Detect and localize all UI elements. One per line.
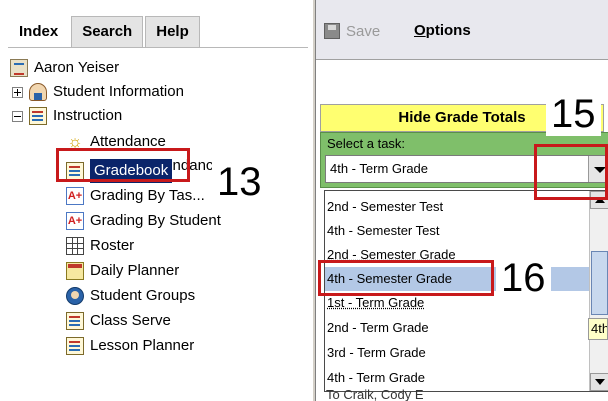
semester-grade-highlight-box [318,260,494,296]
save-label: Save [346,22,381,40]
callout-number-16: 16 [496,258,551,300]
tree-node-label: Student Information [53,83,184,100]
note-icon [66,337,84,355]
tree-root-label: Aaron Yeiser [34,59,120,76]
person-icon [29,83,47,101]
gradebook-highlight-box [56,148,190,182]
select-task-label: Select a task: [327,136,406,151]
task-select-value: 4th - Term Grade [330,161,429,176]
gradebook-pane: Save Options Hide Grade Totals Select a … [316,0,608,401]
tree-item-grading-by-task[interactable]: A+ Grading By Tas... [66,184,205,208]
a-plus-icon: A+ [66,187,84,205]
tree-item-lesson-planner[interactable]: Lesson Planner [66,334,194,358]
dropdown-highlight-box [534,144,608,200]
tab-divider [8,47,308,48]
tree-item-label: Daily Planner [90,262,180,279]
tree-item-label: Lesson Planner [90,337,195,354]
tree-item-label: Grading By Student [90,212,221,229]
tab-bar: Index Search Help [8,16,202,48]
planner-icon [66,262,84,280]
options-button[interactable]: Options [414,20,471,42]
save-button[interactable]: Save [324,20,380,42]
floppy-disk-icon [324,23,340,39]
options-label: ptions [425,22,471,39]
tree-root-aaron-yeiser[interactable]: Aaron Yeiser [10,56,119,80]
tree-node-student-information[interactable]: Student Information [12,80,184,104]
tab-help[interactable]: Help [145,16,200,48]
note-icon [66,312,84,330]
note-icon [29,107,47,125]
tree-item-daily-planner[interactable]: Daily Planner [66,259,179,283]
grid-icon [66,237,84,255]
list-item[interactable]: 4th - Semester Test [325,219,589,243]
a-plus-icon: A+ [66,212,84,230]
scroll-down-icon[interactable] [590,373,608,391]
student-name-partial: To Craik, Cody E [326,387,424,401]
collapse-icon[interactable] [12,110,23,122]
tooltip: 4th [588,318,608,340]
tab-index[interactable]: Index [8,16,70,48]
tree-item-student-groups[interactable]: Student Groups [66,284,195,308]
tab-search[interactable]: Search [71,16,144,48]
list-item[interactable]: 2nd - Term Grade [325,316,589,340]
tree-item-label: Grading By Tas... [90,187,205,204]
list-item[interactable]: 3rd - Term Grade [325,341,589,365]
callout-number-15: 15 [546,94,601,136]
tree-item-label: Roster [90,237,135,254]
toolbar: Save Options [316,0,608,60]
tree-item-label: Student Groups [90,287,196,304]
tree-item-class-serve[interactable]: Class Serve [66,309,171,333]
scroll-thumb[interactable] [591,251,608,315]
callout-number-13: 13 [212,162,267,204]
group-icon [66,287,84,305]
tree-item-grading-by-student[interactable]: A+ Grading By Student [66,209,221,233]
options-mnemonic: O [414,22,426,39]
list-scrollbar[interactable] [589,191,608,391]
tree-node-instruction[interactable]: Instruction [12,104,122,128]
tree-node-label: Instruction [53,107,123,124]
tree-item-roster[interactable]: Roster [66,234,134,258]
expand-icon[interactable] [12,86,23,98]
tree-item-label: Class Serve [90,312,171,329]
clipboard-icon [10,59,28,77]
